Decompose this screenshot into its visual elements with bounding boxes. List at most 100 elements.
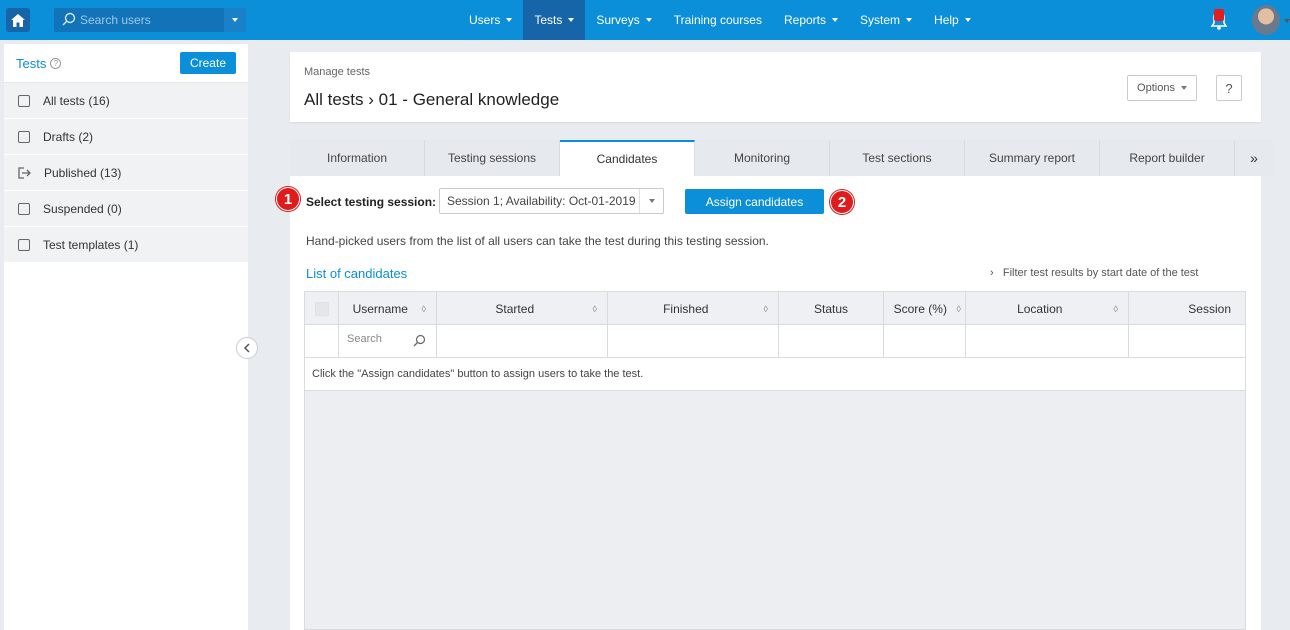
column-status[interactable]: Status	[779, 292, 884, 325]
sidebar-item-test-templates[interactable]: Test templates (1)	[4, 227, 248, 263]
sidebar-item-label: Test templates (1)	[43, 237, 139, 252]
tab-summary-report[interactable]: Summary report	[965, 140, 1100, 176]
nav-system-label: System	[860, 13, 901, 27]
column-session[interactable]: Session	[1129, 292, 1245, 325]
sidebar-title: Tests ?	[16, 55, 62, 71]
grid-header-row: Username ◊ Started ◊ Finished ◊ Status Scor…	[305, 292, 1245, 325]
step-badge-1: 1	[276, 187, 300, 211]
breadcrumb-separator: ›	[368, 90, 374, 109]
page-title: 01 - General knowledge	[378, 90, 560, 109]
options-button[interactable]: Options	[1127, 75, 1197, 101]
select-all-checkbox[interactable]	[314, 301, 329, 316]
grid-filter-row	[305, 325, 1245, 358]
select-all-cell	[305, 292, 339, 325]
breadcrumb: All tests › 01 - General knowledge	[304, 90, 559, 110]
tab-monitoring[interactable]: Monitoring	[695, 140, 830, 176]
chevron-down-icon	[645, 18, 652, 22]
chevron-down-icon	[964, 18, 971, 22]
column-location[interactable]: Location ◊	[966, 292, 1129, 325]
chevron-down-icon	[1180, 86, 1187, 90]
nav-reports[interactable]: Reports	[773, 0, 849, 40]
user-search-box	[54, 8, 246, 32]
filter-by-start-date-link[interactable]: › Filter test results by start date of t…	[990, 267, 1198, 279]
search-dropdown-button[interactable]	[224, 8, 246, 32]
search-icon	[62, 12, 76, 26]
column-header-label: Session	[1188, 301, 1231, 316]
search-users-input[interactable]	[80, 11, 220, 29]
column-header-label: Status	[813, 301, 849, 316]
all-tests-icon	[18, 94, 30, 107]
nav-tests[interactable]: Tests	[523, 0, 586, 40]
sidebar-item-label: Drafts (2)	[43, 129, 94, 144]
column-score[interactable]: Score (%) ◊	[884, 292, 966, 325]
sort-icon: ◊	[1113, 303, 1118, 314]
collapse-sidebar-button[interactable]	[236, 337, 258, 359]
help-circle-icon[interactable]: ?	[50, 57, 62, 69]
chevron-down-icon[interactable]	[1284, 19, 1290, 23]
column-started[interactable]: Started ◊	[437, 292, 608, 325]
filter-cell	[305, 325, 339, 358]
username-search-input[interactable]	[347, 333, 407, 345]
nav-surveys[interactable]: Surveys	[585, 0, 662, 40]
sidebar-title-label: Tests	[16, 55, 47, 71]
chevron-down-icon	[648, 199, 655, 203]
step-badge-2: 2	[830, 190, 854, 214]
column-username[interactable]: Username ◊	[339, 292, 437, 325]
filter-cell	[608, 325, 779, 358]
list-of-candidates-title: List of candidates	[306, 266, 408, 281]
template-icon	[18, 238, 30, 251]
sidebar-item-drafts[interactable]: Drafts (2)	[4, 119, 248, 155]
nav-users-label: Users	[469, 13, 501, 27]
home-icon	[11, 13, 25, 27]
nav-help[interactable]: Help	[923, 0, 982, 40]
filter-cell	[437, 325, 608, 358]
chevron-down-icon	[906, 18, 913, 22]
avatar[interactable]	[1252, 5, 1280, 35]
candidates-grid: Username ◊ Started ◊ Finished ◊ Status Scor…	[304, 291, 1246, 630]
tab-report-builder[interactable]: Report builder	[1100, 140, 1235, 176]
sidebar-item-suspended[interactable]: Suspended (0)	[4, 191, 248, 227]
nav-help-label: Help	[934, 13, 959, 27]
column-header-label: Username	[352, 301, 408, 316]
breadcrumb-section: Manage tests	[304, 66, 371, 78]
help-button[interactable]: ?	[1216, 75, 1242, 101]
nav-users[interactable]: Users	[458, 0, 523, 40]
assign-candidates-button[interactable]: Assign candidates	[685, 189, 824, 214]
page-header: Manage tests All tests › 01 - General kn…	[290, 52, 1261, 122]
filter-cell	[1129, 325, 1245, 358]
column-finished[interactable]: Finished ◊	[608, 292, 779, 325]
sort-icon: ◊	[956, 303, 961, 314]
options-label: Options	[1137, 82, 1175, 94]
filter-cell	[884, 325, 966, 358]
sidebar-item-published[interactable]: Published (13)	[4, 155, 248, 191]
tab-information[interactable]: Information	[290, 140, 425, 176]
nav-training-courses-label: Training courses	[673, 13, 762, 27]
sidebar-header: Tests ? Create	[4, 44, 248, 83]
nav-system[interactable]: System	[849, 0, 923, 40]
column-header-label: Score (%)	[893, 301, 947, 316]
chevron-down-icon	[232, 18, 238, 22]
notification-badge	[1214, 9, 1224, 21]
publish-icon	[18, 166, 31, 179]
more-tabs-button[interactable]: »	[1235, 140, 1273, 176]
tab-candidates[interactable]: Candidates	[560, 140, 695, 176]
nav-training-courses[interactable]: Training courses	[663, 0, 773, 40]
testing-session-select[interactable]: Session 1; Availability: Oct-01-2019	[439, 188, 664, 214]
dropdown-toggle[interactable]	[639, 189, 663, 213]
tab-test-sections[interactable]: Test sections	[830, 140, 965, 176]
chevron-right-icon: ›	[990, 267, 994, 279]
main-nav: Users Tests Surveys Training courses Rep…	[458, 0, 982, 40]
sort-icon: ◊	[421, 303, 426, 314]
column-header-label: Finished	[663, 301, 709, 316]
tab-testing-sessions[interactable]: Testing sessions	[425, 140, 560, 176]
create-button[interactable]: Create	[179, 52, 236, 74]
nav-reports-label: Reports	[783, 13, 827, 27]
sidebar-item-all-tests[interactable]: All tests (16)	[4, 83, 248, 119]
session-description: Hand-picked users from the list of all u…	[306, 234, 769, 248]
breadcrumb-parent[interactable]: All tests	[304, 90, 364, 109]
select-session-label: Select testing session:	[306, 195, 437, 209]
nav-surveys-label: Surveys	[596, 13, 640, 27]
nav-tests-label: Tests	[534, 13, 563, 27]
home-button[interactable]	[6, 8, 30, 32]
filter-cell	[966, 325, 1129, 358]
